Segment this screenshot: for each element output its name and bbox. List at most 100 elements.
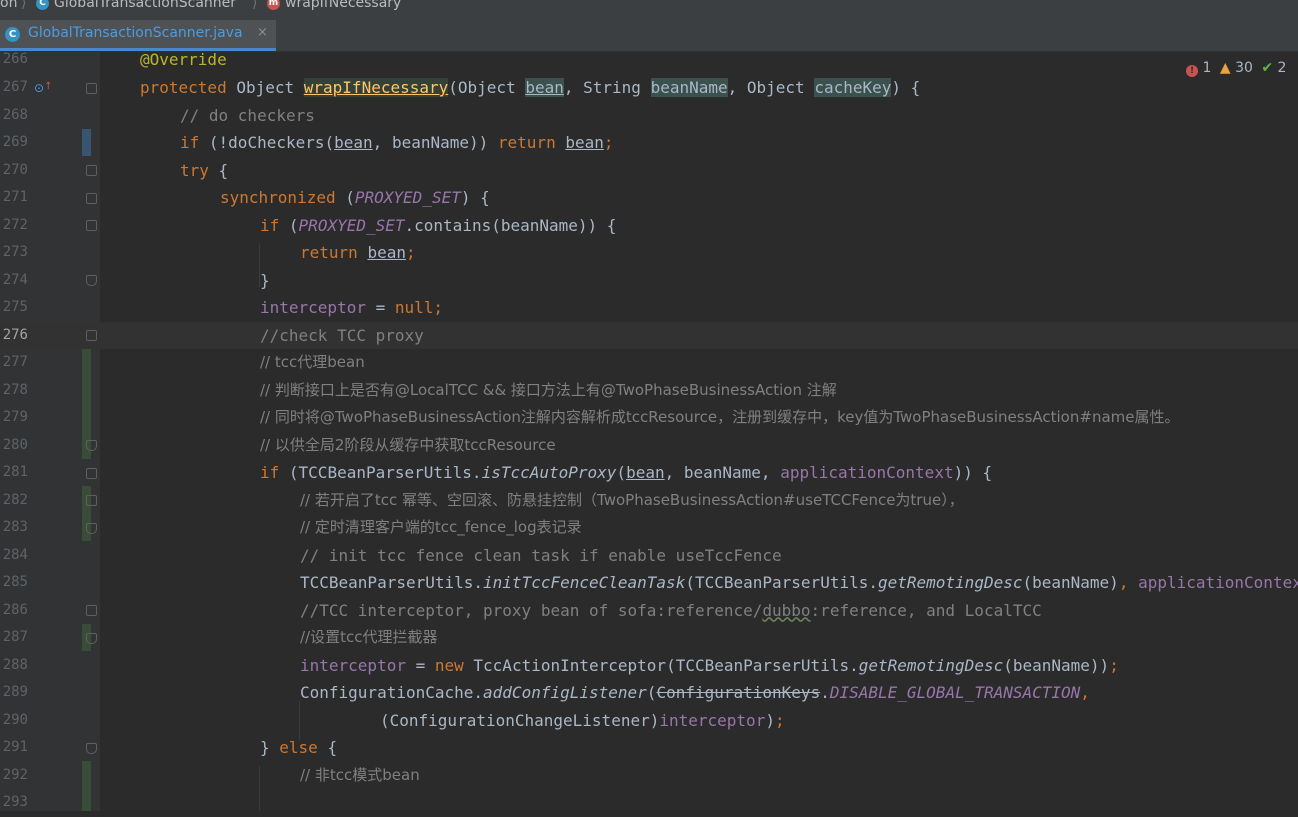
line-number: 288 — [2, 656, 28, 673]
line-number: 273 — [2, 244, 28, 260]
override-method-icon[interactable]: ⊙↑ — [34, 81, 52, 95]
code-line[interactable]: 283 // 定时清理客户端的tcc_fence_log表记录 — [0, 514, 1298, 542]
vcs-modified-marker[interactable] — [82, 129, 91, 156]
line-number: 285 — [2, 574, 28, 590]
breadcrumb-separator: ⟩ — [21, 0, 27, 11]
breadcrumb-item-package[interactable]: on — [0, 0, 17, 11]
fold-marker[interactable] — [86, 193, 97, 204]
line-code: //TCC interceptor, proxy bean of sofa:re… — [300, 600, 1042, 620]
line-number: 284 — [2, 546, 28, 563]
code-line[interactable]: 293 — [0, 789, 1298, 817]
line-code: // 同时将@TwoPhaseBusinessAction注解内容解析成tccR… — [260, 408, 1180, 426]
code-line[interactable]: 286 //TCC interceptor, proxy bean of sof… — [0, 597, 1298, 625]
line-number: 280 — [2, 436, 28, 453]
line-code: // 判断接口上是否有@LocalTCC && 接口方法上有@TwoPhaseB… — [260, 380, 837, 399]
warning-icon: ▲ — [1219, 60, 1231, 76]
code-line[interactable]: 277 // tcc代理bean — [0, 349, 1298, 377]
java-class-icon: C — [5, 27, 20, 42]
code-line[interactable]: 288 interceptor = new TccActionIntercept… — [0, 652, 1298, 680]
line-code: ConfigurationCache.addConfigListener(Con… — [300, 683, 1090, 702]
line-code: } — [260, 270, 270, 290]
code-line[interactable]: 280 // 以供全局2阶段从缓存中获取tccResource — [0, 432, 1298, 460]
line-code: // init tcc fence clean task if enable u… — [300, 545, 782, 565]
breadcrumb-item-class[interactable]: C GlobalTransactionScanner — [36, 0, 236, 11]
line-code: if (TCCBeanParserUtils.isTccAutoProxy(be… — [260, 463, 993, 482]
code-line-current[interactable]: 276 //check TCC proxy — [0, 321, 1298, 349]
line-number: 283 — [2, 519, 28, 535]
line-number: 282 — [2, 491, 28, 508]
vcs-added-marker[interactable] — [82, 761, 91, 811]
code-line[interactable]: 291 } else { — [0, 734, 1298, 762]
line-code: try { — [180, 160, 229, 180]
code-line[interactable]: 272 if (PROXYED_SET.contains(beanName)) … — [0, 212, 1298, 240]
line-code: return bean; — [300, 243, 416, 262]
fold-marker[interactable] — [86, 495, 97, 506]
fold-marker[interactable] — [86, 605, 97, 616]
fold-marker[interactable] — [86, 83, 97, 94]
line-code: protected Object wrapIfNecessary(Object … — [140, 78, 921, 97]
fold-end-marker[interactable] — [86, 633, 97, 644]
code-line[interactable]: 281 if (TCCBeanParserUtils.isTccAutoProx… — [0, 459, 1298, 487]
code-line[interactable]: 289 ConfigurationCache.addConfigListener… — [0, 679, 1298, 707]
breadcrumb-item-method[interactable]: m wrapIfNecessary — [267, 0, 401, 11]
code-line[interactable]: 268 // do checkers — [0, 102, 1298, 130]
line-code: interceptor = new TccActionInterceptor(T… — [300, 655, 1119, 675]
warning-count: 30 — [1235, 60, 1253, 76]
line-number: 269 — [2, 134, 28, 150]
line-number: 268 — [2, 106, 28, 123]
line-number: 278 — [2, 381, 28, 398]
code-line[interactable]: 270 try { — [0, 157, 1298, 185]
code-line[interactable]: 271 synchronized (PROXYED_SET) { — [0, 184, 1298, 212]
code-line[interactable]: 279 // 同时将@TwoPhaseBusinessAction注解内容解析成… — [0, 404, 1298, 432]
code-line[interactable]: 292 // 非tcc模式bean — [0, 762, 1298, 790]
code-line[interactable]: 287 //设置tcc代理拦截器 — [0, 624, 1298, 652]
code-line[interactable]: 290 (ConfigurationChangeListener)interce… — [0, 707, 1298, 735]
line-number: 275 — [2, 299, 28, 315]
code-line[interactable]: 274 } — [0, 267, 1298, 295]
close-tab-icon[interactable]: × — [257, 25, 268, 40]
fold-end-marker[interactable] — [86, 523, 97, 534]
class-icon: C — [36, 0, 49, 10]
line-number: 277 — [2, 354, 28, 370]
code-line[interactable]: 275 interceptor = null; — [0, 294, 1298, 322]
line-code: //check TCC proxy — [260, 325, 424, 345]
line-number: 272 — [2, 216, 28, 233]
breadcrumb: on ⟩ C GlobalTransactionScanner ⟩ m wrapIf… — [0, 0, 1298, 14]
weak-warning-icon: ✔ — [1261, 60, 1274, 76]
fold-marker[interactable] — [86, 330, 97, 341]
line-number: 279 — [2, 409, 28, 425]
fold-marker[interactable] — [86, 220, 97, 231]
method-icon: m — [267, 0, 280, 10]
line-number: 270 — [2, 161, 28, 178]
line-code: if (!doCheckers(bean, beanName)) return … — [180, 133, 614, 152]
inspection-widget[interactable]: ! 1 ▲ 30 ✔ 2 — [1186, 60, 1287, 80]
code-line[interactable]: 273 return bean; — [0, 239, 1298, 267]
fold-end-marker[interactable] — [86, 743, 97, 754]
error-icon: ! — [1186, 65, 1198, 77]
line-number: 292 — [2, 766, 28, 783]
code-line[interactable]: 269 if (!doCheckers(bean, beanName)) ret… — [0, 129, 1298, 157]
line-code: synchronized (PROXYED_SET) { — [220, 188, 490, 207]
code-line[interactable]: 285 TCCBeanParserUtils.initTccFenceClean… — [0, 569, 1298, 597]
line-number: 287 — [2, 629, 28, 645]
code-line[interactable]: 282 // 若开启了tcc 幂等、空回滚、防悬挂控制（TwoPhaseBusi… — [0, 487, 1298, 515]
line-code: // 若开启了tcc 幂等、空回滚、防悬挂控制（TwoPhaseBusiness… — [300, 490, 964, 509]
line-code: // tcc代理bean — [260, 353, 365, 371]
breadcrumb-separator: ⟩ — [252, 0, 258, 11]
code-line[interactable]: 278 // 判断接口上是否有@LocalTCC && 接口方法上有@TwoPh… — [0, 377, 1298, 405]
code-line[interactable]: 284 // init tcc fence clean task if enab… — [0, 542, 1298, 570]
fold-end-marker[interactable] — [86, 440, 97, 451]
line-number: 266 — [2, 51, 28, 67]
fold-marker[interactable] — [86, 165, 97, 176]
code-line[interactable]: 266 @Override — [0, 46, 1298, 74]
line-code: TCCBeanParserUtils.initTccFenceCleanTask… — [300, 573, 1298, 592]
fold-marker[interactable] — [86, 468, 97, 479]
tab-title: GlobalTransactionScanner.java — [28, 25, 243, 41]
line-number: 276 — [2, 326, 28, 343]
line-code: //设置tcc代理拦截器 — [300, 628, 438, 646]
code-line[interactable]: 267 protected Object wrapIfNecessary(Obj… — [0, 74, 1298, 102]
line-number: 289 — [2, 684, 28, 700]
error-count: 1 — [1202, 60, 1212, 76]
line-code: // 非tcc模式bean — [300, 765, 420, 784]
fold-end-marker[interactable] — [86, 275, 97, 286]
